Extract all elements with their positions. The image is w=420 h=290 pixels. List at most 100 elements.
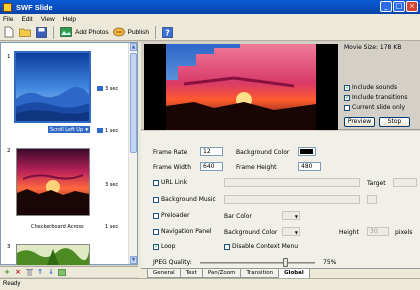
unchecked-icon	[153, 196, 159, 203]
menu-help[interactable]: Help	[63, 16, 76, 23]
include-transitions-checkbox[interactable]: ✓ Include transitions	[344, 94, 407, 101]
preloader-checkbox[interactable]: Preloader	[153, 212, 190, 219]
checked-icon: ✓	[344, 93, 351, 101]
loop-label: Loop	[161, 243, 176, 250]
slide-list[interactable]: 1 3 sec Scroll Left Up ▼ 1 sec 2 3 sec C…	[0, 42, 138, 265]
nav-background-color-picker[interactable]: ▼	[282, 227, 300, 236]
title-bar: SWF Slide _ □ ×	[0, 0, 420, 14]
close-button[interactable]: ×	[406, 1, 418, 12]
preview-canvas	[144, 44, 338, 130]
current-slide-only-checkbox[interactable]: Current slide only	[344, 104, 405, 111]
publish-label: Publish	[127, 28, 149, 36]
new-file-icon[interactable]	[3, 26, 15, 38]
add-slide-icon[interactable]: +	[3, 268, 11, 276]
include-sounds-checkbox[interactable]: ✓ Include sounds	[344, 84, 397, 91]
target-select[interactable]	[393, 178, 417, 187]
background-color-picker[interactable]	[298, 147, 316, 156]
tab-general[interactable]: General	[147, 269, 181, 278]
add-photos-button[interactable]: Add Photos	[60, 26, 109, 38]
frame-width-input[interactable]: 640	[200, 162, 223, 171]
menu-view[interactable]: View	[41, 16, 55, 23]
slide-image	[17, 149, 89, 215]
image-icon[interactable]	[58, 268, 66, 276]
scroll-down-arrow[interactable]: ▼	[130, 256, 137, 264]
window-title: SWF Slide	[16, 2, 53, 12]
publish-button[interactable]: Publish	[112, 26, 149, 38]
target-label: Target	[367, 180, 386, 187]
frame-width-label: Frame Width	[153, 164, 192, 171]
include-sounds-label: Include sounds	[352, 84, 398, 91]
jpeg-quality-track[interactable]	[200, 262, 315, 264]
preview-panel: Movie Size: 178 KB ✓ Include sounds ✓ In…	[141, 42, 420, 130]
transition-select[interactable]: Scroll Left Up ▼	[48, 126, 91, 133]
jpeg-quality-label: JPEG Quality:	[153, 259, 192, 266]
remove-slide-icon[interactable]: ×	[14, 268, 22, 276]
unchecked-icon	[153, 212, 159, 219]
status-bar: Ready	[0, 278, 420, 290]
transition-name[interactable]: Checkerboard Across	[31, 224, 84, 230]
loop-checkbox[interactable]: ✓ Loop	[153, 243, 175, 250]
scroll-up-arrow[interactable]: ▲	[130, 43, 137, 51]
background-music-input[interactable]	[224, 195, 360, 204]
slide-thumbnail[interactable]	[16, 244, 90, 265]
save-icon[interactable]	[35, 26, 47, 38]
bar-color-label: Bar Color	[224, 213, 252, 220]
move-down-icon[interactable]: ↓	[47, 268, 55, 276]
window-controls: _ □ ×	[380, 1, 418, 12]
transition-duration-marker	[97, 128, 103, 133]
slide-thumbnail[interactable]	[16, 148, 90, 216]
unchecked-icon	[224, 243, 230, 250]
maximize-button[interactable]: □	[393, 1, 405, 12]
slide-image	[16, 53, 89, 121]
slide-duration: 3 sec	[105, 182, 119, 188]
open-folder-icon[interactable]	[19, 26, 31, 38]
minimize-button[interactable]: _	[380, 1, 392, 12]
delete-icon[interactable]	[25, 268, 33, 276]
url-link-checkbox[interactable]: URL Link	[153, 179, 187, 186]
jpeg-quality-value: 75%	[323, 259, 337, 266]
unchecked-icon	[153, 228, 159, 235]
menu-edit[interactable]: Edit	[21, 16, 32, 23]
chevron-down-icon: ▼	[85, 127, 89, 132]
stop-button[interactable]: Stop	[379, 117, 410, 127]
frame-height-label: Frame Height	[236, 164, 277, 171]
disable-context-menu-label: Disable Context Menu	[232, 243, 299, 250]
disable-context-menu-checkbox[interactable]: Disable Context Menu	[224, 243, 298, 250]
frame-rate-input[interactable]: 12	[200, 147, 223, 156]
include-transitions-label: Include transitions	[352, 94, 408, 101]
browse-music-button[interactable]	[367, 195, 377, 204]
toolbar-separator	[53, 25, 54, 39]
status-text: Ready	[3, 281, 21, 287]
add-photos-icon	[60, 26, 72, 38]
chevron-down-icon: ▼	[294, 230, 298, 235]
frame-height-input[interactable]: 480	[298, 162, 321, 171]
tab-text[interactable]: Text	[179, 269, 203, 278]
slide-number: 2	[7, 148, 11, 154]
height-input[interactable]: 30	[367, 227, 389, 236]
scroll-thumb[interactable]	[130, 53, 137, 153]
tab-transition[interactable]: Transition	[240, 269, 280, 278]
settings-tabs: General Text Pan/Zoom Transition Global	[141, 268, 420, 279]
menu-file[interactable]: File	[3, 16, 13, 23]
unchecked-icon	[344, 104, 350, 111]
checked-icon: ✓	[153, 242, 160, 250]
pixels-label: pixels	[395, 229, 413, 236]
slide-number: 1	[7, 54, 11, 60]
color-swatch-fill	[300, 149, 313, 154]
preview-button[interactable]: Preview	[344, 117, 375, 127]
bar-color-picker[interactable]: ▼	[282, 211, 300, 220]
jpeg-quality-slider[interactable]	[283, 258, 289, 267]
slide-image	[17, 245, 89, 265]
tab-pan-zoom[interactable]: Pan/Zoom	[201, 269, 242, 278]
background-music-label: Background Music	[161, 196, 216, 203]
slide-list-scrollbar[interactable]: ▲ ▼	[128, 43, 137, 264]
navigation-panel-label: Navigation Panel	[161, 228, 212, 235]
url-link-input[interactable]	[224, 178, 360, 187]
chevron-down-icon: ▼	[294, 214, 298, 219]
url-link-label: URL Link	[161, 179, 188, 186]
background-music-checkbox[interactable]: Background Music	[153, 196, 216, 203]
navigation-panel-checkbox[interactable]: Navigation Panel	[153, 228, 211, 235]
slide-thumbnail[interactable]	[14, 51, 91, 123]
help-icon[interactable]: ?	[162, 26, 174, 38]
move-up-icon[interactable]: ↑	[36, 268, 44, 276]
